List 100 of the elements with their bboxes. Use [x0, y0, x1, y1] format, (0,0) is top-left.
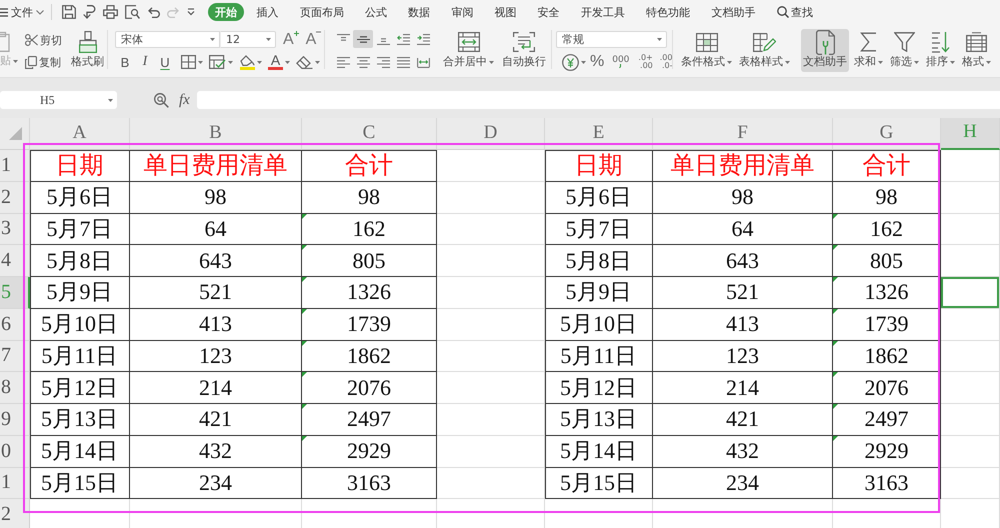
column-header[interactable]: D	[437, 118, 545, 150]
format-button[interactable]: 格式	[960, 29, 993, 72]
search-button[interactable]: 查找	[776, 4, 813, 20]
sigma-icon	[860, 32, 877, 52]
ribbon-tab[interactable]: 公式	[354, 3, 398, 21]
row-header[interactable]: 2	[0, 182, 30, 214]
table-cell: 5月14日	[30, 436, 130, 468]
row-header[interactable]: 8	[0, 372, 30, 404]
align-middle-button[interactable]	[353, 30, 373, 48]
row-header[interactable]: 7	[0, 340, 30, 372]
ribbon-tab[interactable]: 特色功能	[636, 3, 701, 21]
ribbon-tab[interactable]: 安全	[527, 3, 570, 21]
table-cell: 5月8日	[30, 245, 130, 277]
column-header[interactable]: A	[30, 118, 130, 150]
scissors-icon	[25, 34, 38, 46]
row-header[interactable]: 1	[0, 150, 30, 182]
table-cell: 1739	[302, 308, 437, 340]
fill-color-button[interactable]	[239, 54, 262, 70]
column-header[interactable]: B	[130, 118, 302, 150]
table-cell: 162	[833, 214, 941, 246]
more-icon[interactable]	[187, 8, 195, 16]
italic-button[interactable]: I	[135, 54, 155, 70]
row-header[interactable]: 2	[0, 499, 30, 528]
table-cell: 2929	[302, 436, 437, 468]
percent-button[interactable]: %	[590, 54, 604, 70]
undo-icon[interactable]	[147, 6, 160, 18]
save-icon[interactable]	[62, 5, 76, 19]
table-style-button[interactable]: 表格样式	[737, 29, 792, 72]
export-icon[interactable]	[83, 5, 96, 19]
print-icon[interactable]	[103, 5, 118, 19]
sum-button[interactable]: 求和	[852, 29, 885, 72]
table-cell: 3163	[833, 468, 941, 500]
column-header[interactable]: C	[302, 118, 437, 150]
underline-button[interactable]: U	[155, 54, 175, 70]
bold-button[interactable]: B	[115, 54, 135, 70]
caret-icon	[581, 60, 586, 64]
remove-decimal-button[interactable]: .00 .0-	[660, 54, 672, 70]
borders-button[interactable]	[181, 55, 203, 69]
grow-font-button[interactable]: A	[283, 31, 299, 48]
filter-button[interactable]: 筛选	[888, 29, 921, 72]
table-cell: 1862	[302, 340, 437, 372]
currency-button[interactable]	[562, 54, 586, 70]
empty-cell	[941, 340, 1000, 372]
table-cell: 1326	[302, 277, 437, 309]
table-cell: 432	[130, 436, 302, 468]
clear-button[interactable]	[296, 56, 320, 68]
merge-center-button[interactable]: 合并居中	[441, 29, 496, 72]
column-header[interactable]: E	[545, 118, 653, 150]
table-cell: 2497	[833, 404, 941, 436]
font-name-dropdown[interactable]: 宋体	[115, 31, 220, 48]
empty-cell	[941, 372, 1000, 404]
ribbon-tab[interactable]: 审阅	[440, 3, 484, 21]
empty-cell	[941, 308, 1000, 340]
borders-icon	[181, 55, 196, 69]
caret-icon	[489, 60, 494, 64]
print-preview-icon[interactable]	[125, 5, 140, 19]
table-rows-icon	[966, 32, 987, 52]
caret-icon	[315, 60, 320, 64]
column-header[interactable]: F	[653, 118, 833, 150]
conditional-format-button[interactable]: 条件格式	[679, 29, 734, 72]
currency-icon	[562, 54, 579, 70]
caret-icon	[257, 60, 262, 64]
table-cell: 214	[653, 372, 833, 404]
document-assistant-button[interactable]: 文档助手	[801, 29, 849, 72]
table-cell: 5月13日	[545, 404, 653, 436]
row-header[interactable]: 3	[0, 214, 30, 246]
font-size-dropdown[interactable]: 12	[220, 31, 276, 48]
cell-style-button[interactable]	[209, 55, 233, 69]
row-header[interactable]: 1	[0, 468, 30, 500]
name-box[interactable]: H5	[0, 91, 117, 109]
function-button[interactable]: fx	[177, 91, 192, 109]
cut-button[interactable]: 剪切	[25, 33, 69, 47]
row-header[interactable]: 6	[0, 308, 30, 340]
copy-button[interactable]: 复制	[25, 55, 69, 69]
font-color-button[interactable]: A	[268, 54, 290, 70]
ribbon-tab[interactable]: 文档助手	[700, 3, 766, 21]
table-cell: 5月6日	[545, 182, 653, 214]
thousands-button[interactable]: 000	[612, 56, 630, 68]
file-menu[interactable]: 文件	[0, 2, 44, 22]
ribbon-tab[interactable]: 页面布局	[289, 3, 354, 21]
sort-button[interactable]: 排序	[924, 29, 957, 72]
ribbon-tab[interactable]: 数据	[398, 3, 441, 21]
shrink-font-button[interactable]: A	[306, 31, 322, 48]
number-format-dropdown[interactable]: 常规	[556, 31, 667, 48]
table-cell: 805	[302, 245, 437, 277]
caret-icon	[210, 38, 215, 41]
clipboard-icon	[0, 30, 11, 52]
sort-icon	[931, 31, 950, 53]
row-header[interactable]: 4	[0, 245, 30, 277]
column-header[interactable]: G	[833, 118, 941, 150]
ribbon-tab[interactable]: 插入	[246, 3, 290, 21]
selected-cell[interactable]	[941, 277, 1000, 309]
ribbon-tab[interactable]: 开发工具	[570, 3, 636, 21]
row-header[interactable]: 0	[0, 436, 30, 468]
format-painter-button[interactable]: 格式刷	[69, 29, 106, 72]
add-decimal-button[interactable]: .0+ .00	[638, 54, 653, 70]
row-header[interactable]: 9	[0, 404, 30, 436]
wrap-text-button[interactable]: 自动换行	[500, 29, 548, 72]
ribbon-tab[interactable]: 视图	[484, 3, 528, 21]
align-right-icon	[376, 56, 390, 68]
